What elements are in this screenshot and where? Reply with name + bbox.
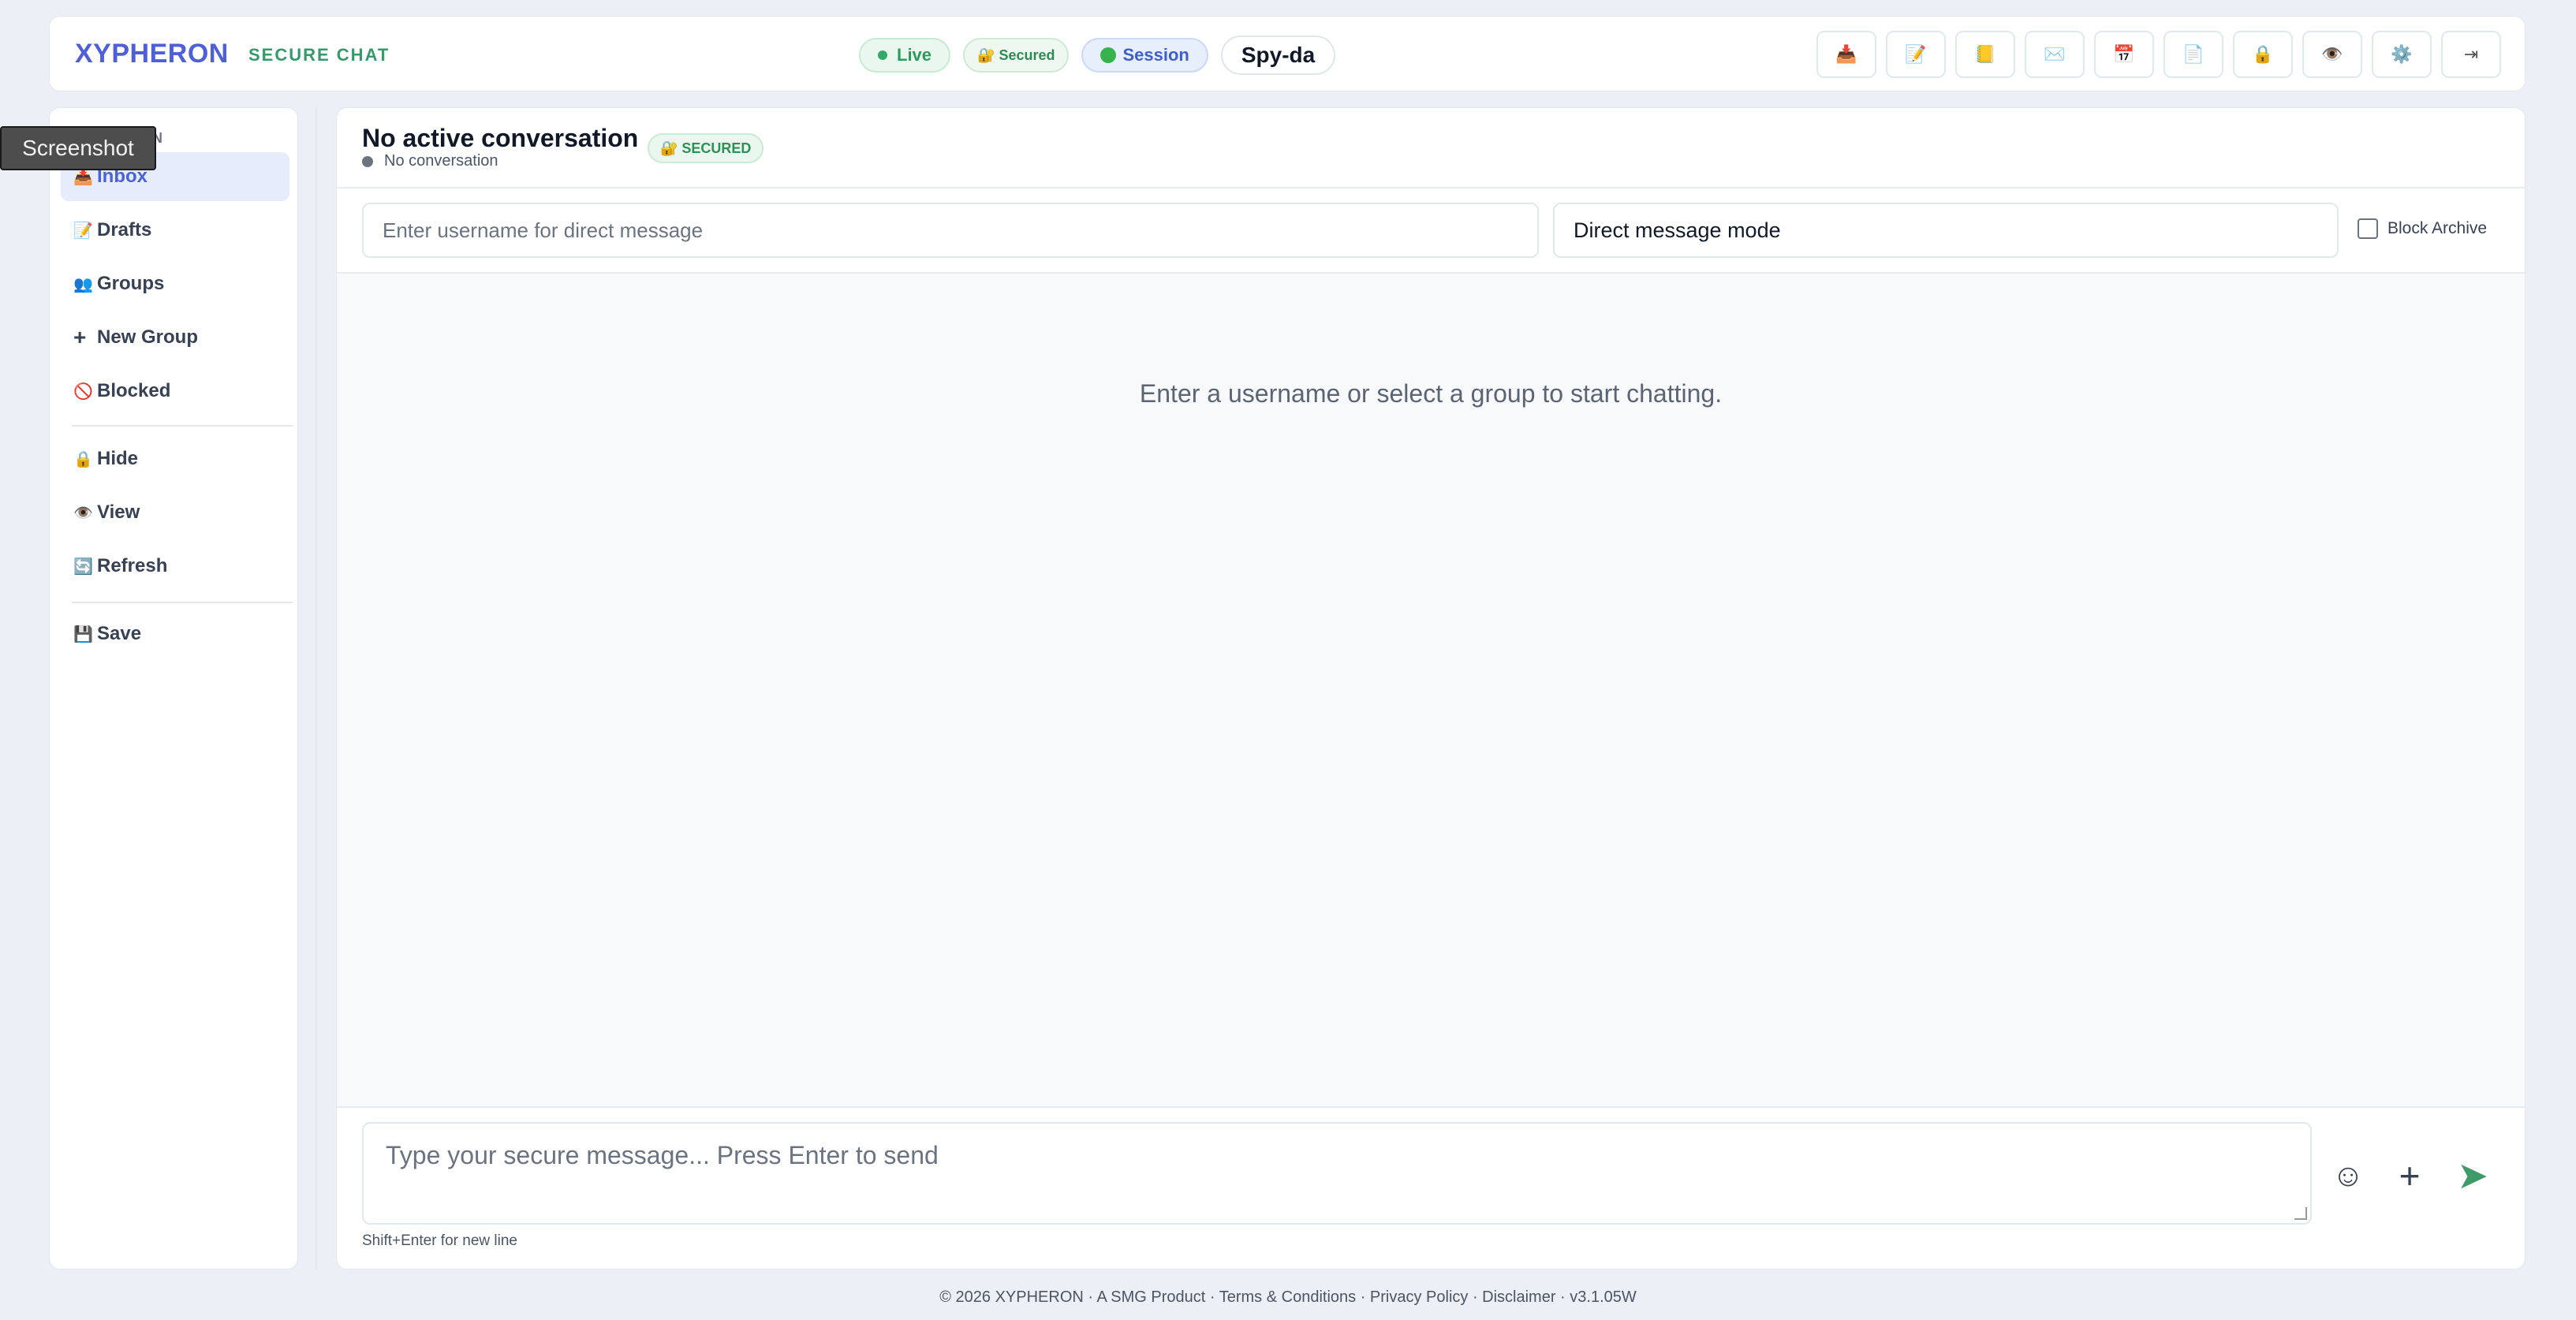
notebook-tool-icon: 📒 [1974,44,1996,64]
secured-badge: 🔐 Secured [963,38,1070,73]
sidebar-item-label: Blocked [97,380,171,401]
current-username[interactable]: Spy-da [1220,35,1336,75]
logout-button[interactable]: ⇥ [2441,31,2501,78]
document-tool-icon: 📄 [2182,44,2205,64]
lock-tool-icon: 🔒 [2252,44,2274,64]
composer-placeholder: Type your secure message... Press Enter … [386,1141,939,1169]
mail-tool-button[interactable]: ✉️ [2025,31,2085,78]
settings-tool-icon: ⚙️ [2391,44,2413,64]
send-icon: ➤ [2456,1155,2489,1197]
message-composer[interactable]: Type your secure message... Press Enter … [362,1122,2312,1225]
composer-hint: Shift+Enter for new line [362,1232,517,1249]
sidebar-item-label: Groups [97,273,165,294]
refresh-icon: 🔄 [73,557,93,576]
eye-tool-button[interactable]: 👁️ [2302,31,2362,78]
save-icon: 💾 [73,625,93,643]
live-status-badge: Live [859,38,951,73]
plus-icon: + [73,325,87,349]
blocked-icon: 🚫 [73,382,93,401]
secured-label: 🔐 Secured [977,47,1055,63]
sidebar-item-new-group[interactable]: + New Group [61,313,289,362]
block-archive-toggle[interactable]: Block Archive [2358,218,2487,239]
calendar-tool-button[interactable]: 📅 [2094,31,2154,78]
lock-icon: 🔒 [73,450,93,468]
footer: © 2026 XYPHERON · A SMG Product · Terms … [939,1288,1637,1306]
calendar-tool-icon: 📅 [2113,44,2135,64]
sidebar-item-label: New Group [97,326,199,348]
session-label: Session [1122,45,1189,65]
username-label: Spy-da [1241,43,1316,67]
plus-icon: + [2399,1155,2421,1196]
document-tool-button[interactable]: 📄 [2163,31,2223,78]
inbox-tool-button[interactable]: 📥 [1816,31,1876,78]
conversation-status: No conversation [362,152,498,170]
sidebar-item-save[interactable]: 💾 Save [61,610,289,658]
groups-icon: 👥 [73,275,93,293]
sidebar-item-label: Save [97,623,142,644]
send-button[interactable]: ➤ [2449,1152,2496,1199]
lock-tool-button[interactable]: 🔒 [2233,31,2293,78]
status-bar: Live 🔐 Secured Session Spy-da [859,35,1336,75]
sidebar-item-hide[interactable]: 🔒 Hide [61,434,289,483]
eye-tool-icon: 👁️ [2321,44,2343,64]
live-dot-icon [878,50,887,60]
top-header: XYPHERON SECURE CHAT Live 🔐 Secured Sess… [49,16,2526,91]
sidebar-item-drafts[interactable]: 📝 Drafts [61,206,289,255]
message-mode-select[interactable]: Direct message mode [1553,203,2339,258]
notes-tool-icon: 📝 [1905,44,1927,64]
empty-state-text: Enter a username or select a group to st… [1139,379,1723,408]
brand-subtitle: SECURE CHAT [248,45,390,65]
toolbar: 📥 📝 📒 ✉️ 📅 📄 🔒 👁️ ⚙️ ⇥ [1816,31,2501,78]
notebook-tool-button[interactable]: 📒 [1955,31,2015,78]
sidebar-divider [72,602,293,603]
header-divider [337,187,2525,188]
screenshot-tooltip: Screenshot [0,126,156,170]
brand-logo: XYPHERON [75,39,229,69]
sidebar-divider [72,425,293,427]
sidebar-item-label: Hide [97,448,139,469]
sidebar: N 📥 Inbox 📝 Drafts 👥 Groups + New Group … [49,107,298,1270]
conversation-title: No active conversation [362,124,639,152]
secured-conversation-badge: 🔐 SECURED [648,133,764,163]
sidebar-item-blocked[interactable]: 🚫 Blocked [61,367,289,416]
logout-icon: ⇥ [2463,44,2479,64]
session-badge: Session [1081,38,1208,73]
panel-separator [315,107,317,1270]
sidebar-item-label: Refresh [97,555,168,576]
message-area: Enter a username or select a group to st… [337,272,2525,1108]
block-archive-label: Block Archive [2387,219,2488,237]
sidebar-item-label: View [97,502,140,523]
live-label: Live [897,45,932,65]
sidebar-item-view[interactable]: 👁️ View [61,488,289,537]
status-dot-icon [362,155,373,167]
sidebar-item-refresh[interactable]: 🔄 Refresh [61,542,289,591]
settings-tool-button[interactable]: ⚙️ [2372,31,2432,78]
attach-button[interactable]: + [2386,1152,2433,1199]
block-archive-checkbox[interactable] [2358,218,2378,239]
drafts-icon: 📝 [73,222,93,240]
session-dot-icon [1100,47,1117,63]
username-input[interactable]: Enter username for direct message [362,203,1539,258]
mail-tool-icon: ✉️ [2044,44,2066,64]
sidebar-item-groups[interactable]: 👥 Groups [61,259,289,308]
sidebar-item-label: Drafts [97,219,152,241]
emoji-icon: ☺ [2331,1158,2365,1193]
inbox-tool-icon: 📥 [1835,44,1857,64]
emoji-button[interactable]: ☺ [2324,1152,2372,1199]
chat-panel: No active conversation 🔐 SECURED No conv… [336,107,2526,1270]
eye-icon: 👁️ [73,504,93,522]
notes-tool-button[interactable]: 📝 [1886,31,1946,78]
conversation-status-label: No conversation [384,152,498,170]
resize-grip-icon[interactable] [2294,1207,2307,1220]
